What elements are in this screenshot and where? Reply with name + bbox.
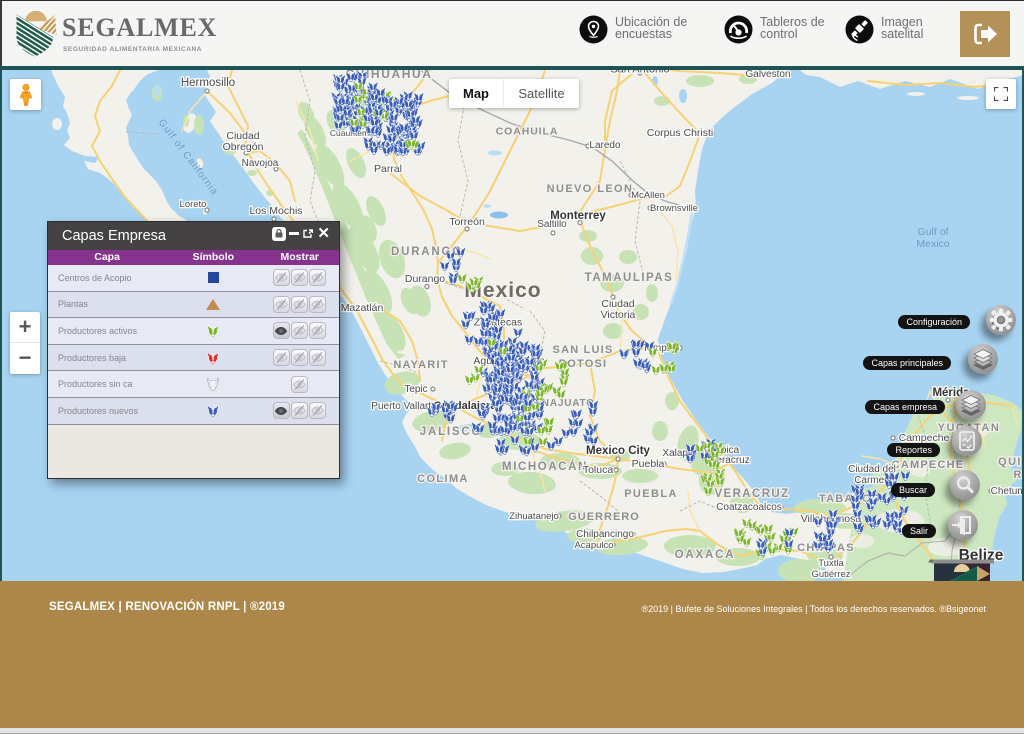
svg-text:Tuxtla: Tuxtla [818,558,844,569]
svg-text:Obregón: Obregón [223,141,264,153]
svg-text:Chilpancingo: Chilpancingo [576,529,634,540]
svg-text:Zihuatanejo: Zihuatanejo [509,511,559,522]
svg-text:VERACRUZ: VERACRUZ [714,488,789,500]
svg-text:Mexico City: Mexico City [586,445,651,457]
svg-text:Corpus Christi: Corpus Christi [647,127,714,139]
svg-text:Chetumal: Chetumal [991,486,1024,497]
svg-text:McAllen: McAllen [631,190,665,201]
svg-text:MICHOACÁN: MICHOACÁN [502,460,588,473]
svg-text:Mazatlán: Mazatlán [341,302,384,314]
svg-text:Hermosillo: Hermosillo [181,77,235,89]
svg-text:PUEBLA: PUEBLA [624,488,678,500]
svg-text:QUI: QUI [998,456,1022,468]
svg-text:Brownsville: Brownsville [650,203,698,214]
svg-text:TAMAULIPAS: TAMAULIPAS [585,272,674,284]
svg-text:Toluca: Toluca [583,464,614,476]
svg-text:Coatzacoalcos: Coatzacoalcos [716,502,782,513]
svg-text:Loreto: Loreto [180,199,207,210]
svg-text:Gulf of: Gulf of [918,226,949,238]
svg-text:NAYARIT: NAYARIT [393,359,448,371]
svg-text:COLIMA: COLIMA [417,473,469,485]
svg-text:NUEVO LEON: NUEVO LEON [547,183,634,195]
svg-text:Galveston: Galveston [745,70,790,80]
svg-text:Tepic: Tepic [404,384,427,395]
svg-text:Laredo: Laredo [589,140,621,151]
svg-text:SAN LUIS: SAN LUIS [553,344,614,356]
svg-text:Puebla: Puebla [632,458,665,470]
svg-text:Acapulco: Acapulco [574,540,613,551]
svg-text:COAHUILA: COAHUILA [496,126,559,138]
svg-text:Monterrey: Monterrey [550,210,606,222]
svg-text:San Antonio: San Antonio [610,70,669,76]
svg-text:Los Mochis: Los Mochis [249,205,302,217]
svg-text:Victoria: Victoria [601,309,636,321]
svg-text:Gutiérrez: Gutiérrez [811,569,850,580]
svg-text:Mexico: Mexico [916,238,949,250]
svg-text:Navojoa: Navojoa [242,158,279,169]
svg-text:OAXACA: OAXACA [675,549,736,561]
svg-text:Torreón: Torreón [449,216,485,228]
svg-text:Durango: Durango [405,273,445,285]
svg-text:GUERRERO: GUERRERO [568,511,640,523]
svg-text:Parral: Parral [374,163,402,175]
